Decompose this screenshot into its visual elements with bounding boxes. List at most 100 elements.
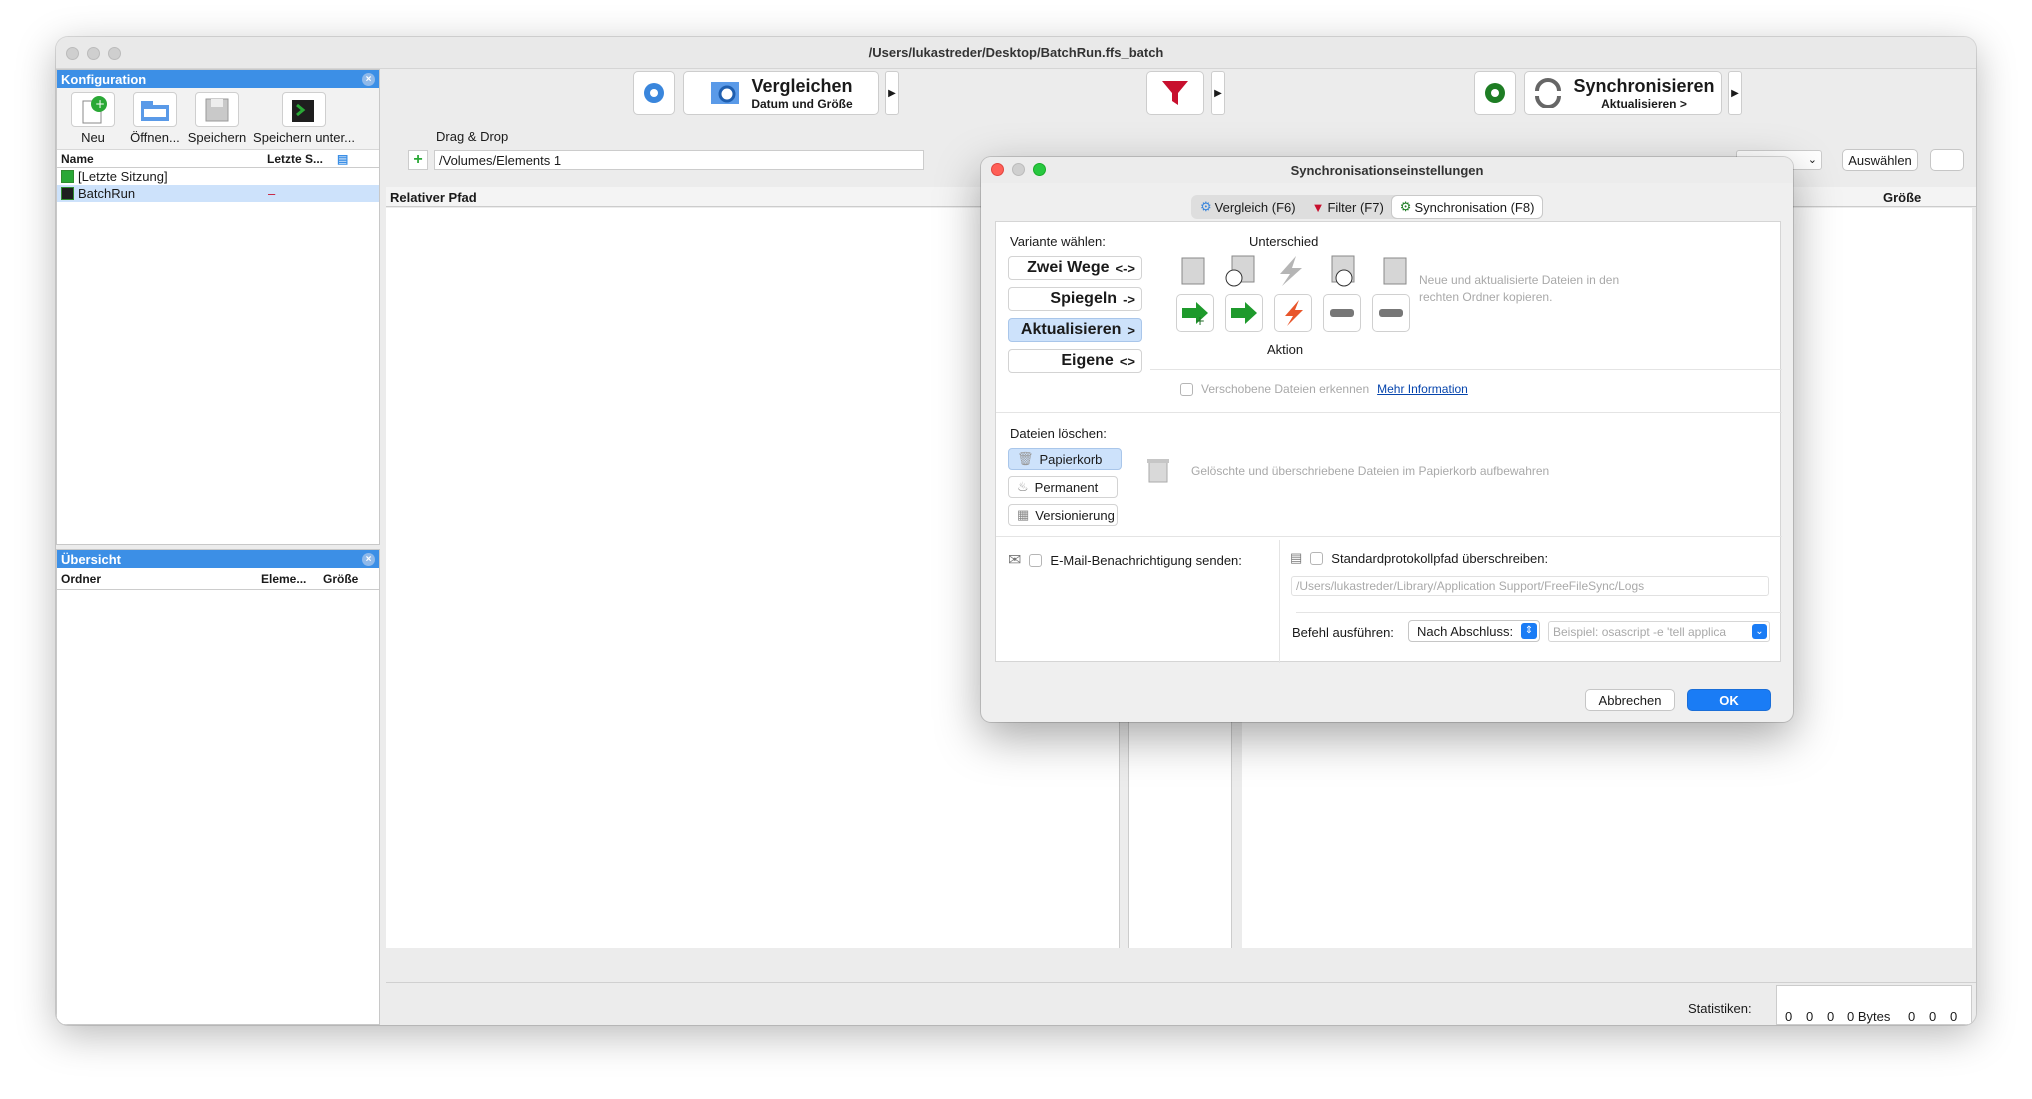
dialog-minimize-button[interactable] [1012,163,1025,176]
filter-dropdown-arrow[interactable]: ▶ [1211,71,1225,115]
delete-permanent[interactable]: ♨ Permanent [1008,476,1118,498]
action-none-button[interactable] [1323,294,1361,332]
column-size-right[interactable]: Größe [1883,190,1921,205]
stat-update-right: 0 [1929,1009,1937,1024]
close-overview-icon[interactable]: × [362,552,375,566]
save-as-batch-icon [282,92,326,127]
more-information-link[interactable]: Mehr Information [1377,382,1468,396]
window-title: /Users/lukastreder/Desktop/BatchRun.ffs_… [868,45,1164,60]
action-none-right-button[interactable] [1372,294,1410,332]
no-action-right-icon [1379,309,1403,317]
variant-label: Variante wählen: [1010,234,1106,249]
two-way-arrow-icon: <-> [1115,260,1135,276]
delete-label: Dateien löschen: [1010,426,1107,441]
column-items[interactable]: Eleme... [261,572,323,586]
config-panel-title: Konfiguration [61,71,147,87]
filter-tab-icon: ▼ [1311,199,1325,215]
dialog-window-controls [991,163,1046,176]
sync-button[interactable]: Synchronisieren Aktualisieren > [1524,71,1722,115]
trash-icon: 🗑 [1017,451,1034,466]
divider-3 [996,536,1782,537]
ok-button[interactable]: OK [1687,689,1771,711]
add-folder-pair-button[interactable]: + [408,150,428,170]
update-arrow-icon: > [1127,322,1135,338]
divider-4 [1296,612,1782,613]
tab-filter[interactable]: ▼ Filter (F7) [1304,196,1392,218]
new-config-button[interactable]: + Neu [63,92,123,145]
log-file-icon: ▤ [1290,550,1303,565]
divider-1 [1150,369,1782,370]
tab-compare[interactable]: ⚙ Vergleich (F6) [1192,196,1304,218]
variant-mirror[interactable]: Spiegeln -> [1008,287,1142,311]
left-newer-icon [1225,255,1255,287]
dialog-close-button[interactable] [991,163,1004,176]
variant-update[interactable]: Aktualisieren > [1008,318,1142,342]
left-only-icon [1181,257,1205,285]
dialog-title: Synchronisationseinstellungen [1290,162,1484,178]
command-input[interactable]: Beispiel: osascript -e 'tell applica ⌄ [1548,621,1770,642]
delete-recycler[interactable]: 🗑 Papierkorb [1008,448,1122,470]
delete-versioning[interactable]: ▦ Versionierung [1008,504,1118,526]
mirror-arrow-icon: -> [1123,291,1135,307]
sync-tab-icon: ⚙ [1399,199,1412,214]
sync-dropdown-arrow[interactable]: ▶ [1728,71,1742,115]
sync-settings-button[interactable] [1474,71,1516,115]
column-size[interactable]: Größe [323,572,358,586]
save-config-button[interactable]: Speichern [187,92,247,145]
select-chevron-icon: ⇕ [1521,623,1537,639]
column-relative-path[interactable]: Relativer Pfad [390,190,477,205]
filter-button[interactable] [1146,71,1204,115]
compare-button[interactable]: Vergleichen Datum und Größe [683,71,879,115]
command-chevron-icon[interactable]: ⌄ [1752,624,1767,639]
open-config-icon [133,92,177,127]
log-path-input[interactable]: /Users/lukastreder/Library/Application S… [1291,576,1769,596]
compare-settings-button[interactable] [633,71,675,115]
compare-tab-icon: ⚙ [1200,199,1212,214]
tab-synchronization[interactable]: ⚙ Synchronisation (F8) [1391,196,1543,218]
select-folder-button[interactable]: Auswählen [1842,149,1918,171]
close-panel-icon[interactable]: × [362,72,375,86]
left-folder-input[interactable]: /Volumes/Elements 1 [434,150,924,170]
green-arrow-icon [1231,302,1257,324]
compare-icon [711,82,740,104]
email-checkbox[interactable] [1029,553,1043,567]
last-sync-mark: – [268,186,276,201]
config-item-batchrun[interactable]: BatchRun – [57,185,379,202]
dialog-tabs: ⚙ Vergleich (F6) ▼ Filter (F7) ⚙ Synchronis… [1191,195,1544,219]
column-name[interactable]: Name [61,152,267,166]
stat-update-left: 0 [1806,1009,1814,1024]
cancel-button[interactable]: Abbrechen [1585,689,1675,711]
history-chevron-icon: ⌄ [1807,154,1817,166]
run-when-select[interactable]: Nach Abschluss: ⇕ [1408,620,1540,642]
email-row: ✉ E-Mail-Benachrichtigung senden: [1008,552,1242,569]
variant-two-way[interactable]: Zwei Wege <-> [1008,256,1142,280]
close-window-button[interactable] [66,47,79,60]
column-last-sync[interactable]: Letzte S... [267,152,337,166]
config-item-last-session[interactable]: [Letzte Sitzung] [57,168,379,185]
green-arrow-plus-icon: + [1182,302,1208,326]
column-settings-icon[interactable]: ▤ [337,152,348,166]
column-folder[interactable]: Ordner [61,572,261,586]
minimize-window-button[interactable] [87,47,100,60]
log-path-checkbox[interactable] [1310,551,1324,565]
action-create-left-button[interactable]: + [1176,294,1214,332]
detect-moved-checkbox[interactable] [1180,382,1193,396]
stat-delete-left: 0 [1827,1009,1835,1024]
cloud-button[interactable] [1930,149,1964,171]
dialog-title-bar: Synchronisationseinstellungen [981,157,1793,183]
variant-description: Neue und aktualisierte Dateien in den re… [1419,273,1620,304]
log-row: ▤ Standardprotokollpfad überschreiben: [1290,550,1549,566]
dialog-zoom-button[interactable] [1033,163,1046,176]
compare-dropdown-arrow[interactable]: ▶ [885,71,899,115]
save-as-batch-button[interactable]: Speichern unter... [249,92,359,145]
variant-custom[interactable]: Eigene <> [1008,349,1142,373]
action-update-button[interactable] [1225,294,1263,332]
open-config-button[interactable]: Öffnen... [125,92,185,145]
right-only-icon [1383,257,1407,285]
delete-description: Gelöschte und überschriebene Dateien im … [1191,464,1550,478]
new-config-icon: + [71,92,115,127]
action-conflict-button[interactable] [1274,294,1312,332]
versions-icon: ▦ [1017,507,1030,522]
zoom-window-button[interactable] [108,47,121,60]
custom-arrow-icon: <> [1119,353,1135,369]
